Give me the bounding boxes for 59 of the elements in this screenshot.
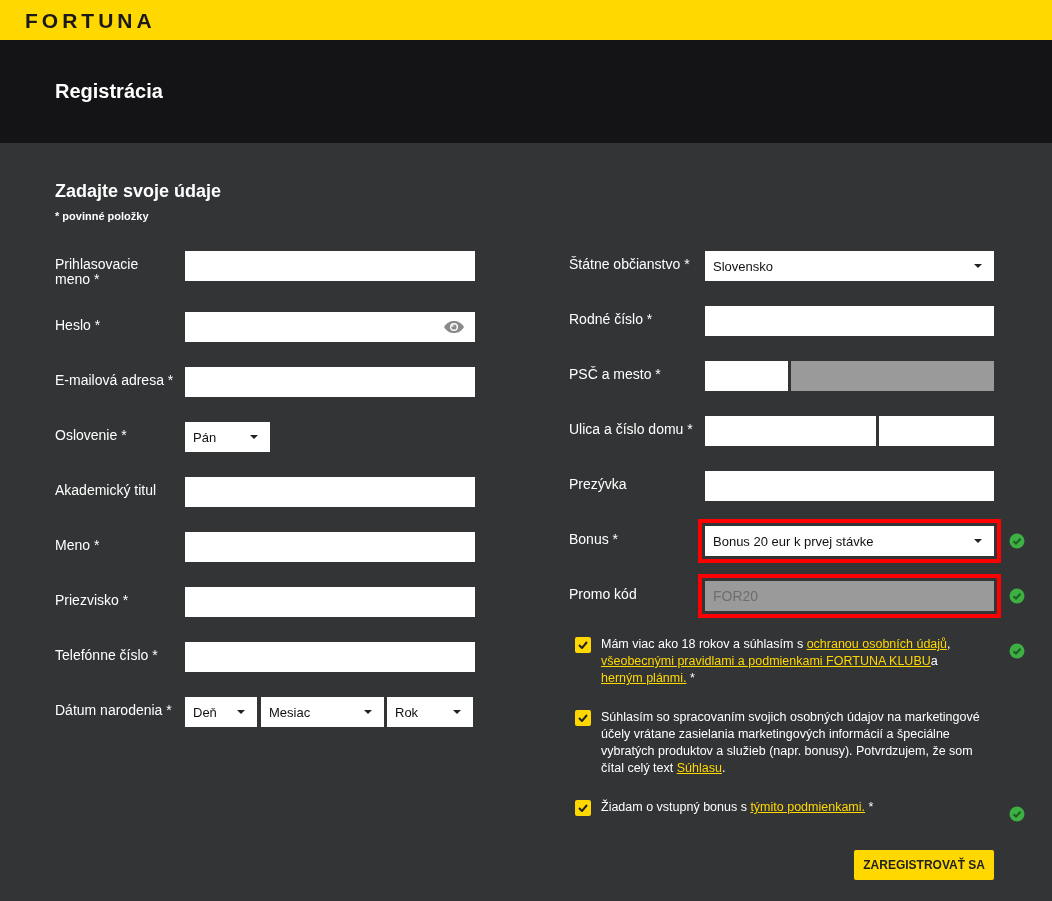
- caret-icon: [453, 710, 461, 714]
- caret-icon: [974, 539, 982, 543]
- field-label: Heslo *: [55, 316, 102, 333]
- field-label: Promo kód: [569, 585, 638, 602]
- required-note: * povinné položky: [55, 210, 150, 222]
- link[interactable]: Súhlasu: [676, 761, 722, 775]
- checkbox[interactable]: [575, 800, 591, 816]
- caret-icon: [237, 710, 245, 714]
- eye-icon: [443, 320, 465, 334]
- register-button[interactable]: ZAREGISTROVAŤ SA: [854, 850, 994, 880]
- input-field[interactable]: [185, 251, 475, 281]
- field-label: Akademický titul: [55, 481, 158, 498]
- brand-logo[interactable]: FORTUNA: [25, 9, 156, 31]
- link[interactable]: týmito podmienkami.: [750, 800, 865, 814]
- input-field[interactable]: [185, 532, 475, 562]
- field-label: Ulica a číslo domu *: [569, 420, 694, 437]
- input-field[interactable]: [705, 416, 876, 446]
- dropdown[interactable]: Deň: [185, 697, 257, 727]
- page-title: Registrácia: [55, 80, 163, 103]
- dropdown[interactable]: Slovensko: [705, 251, 994, 281]
- caret-icon: [974, 264, 982, 268]
- check-icon: [578, 714, 588, 722]
- consent-text: Mám viac ako 18 rokov a súhlasím s ochranou osobních údajů, všeobecnými pravidlami a podmienkami FORTUNA KLUBUa herným plánmi. *: [601, 636, 952, 687]
- password-field[interactable]: [185, 312, 475, 342]
- link[interactable]: všeobecnými pravidlami a podmienkami FORTUNA KLUBU: [601, 654, 931, 668]
- field-label: Bonus *: [569, 530, 620, 547]
- dropdown[interactable]: Pán: [185, 422, 270, 452]
- input-field[interactable]: [185, 587, 475, 617]
- field-label: E-mailová adresa *: [55, 371, 175, 388]
- input-field[interactable]: [705, 306, 994, 336]
- field-label: Oslovenie *: [55, 426, 128, 443]
- field-label: Meno *: [55, 536, 101, 553]
- field-label: Štátne občianstvo *: [569, 255, 691, 272]
- input-field[interactable]: [185, 477, 475, 507]
- input-field[interactable]: [185, 367, 475, 397]
- input-field[interactable]: [185, 642, 475, 672]
- field-label: PSČ a mesto *: [569, 365, 662, 382]
- input-field[interactable]: [705, 361, 788, 391]
- field-label: Telefónne číslo *: [55, 646, 159, 663]
- field-label: Prihlasovacie meno *: [55, 255, 140, 287]
- caret-icon: [250, 435, 258, 439]
- input-field[interactable]: [705, 471, 994, 501]
- check-icon: [578, 804, 588, 812]
- checkbox[interactable]: [575, 637, 591, 653]
- check-icon: [578, 641, 588, 649]
- field-label: Prezývka: [569, 475, 628, 492]
- field-label: Priezvisko *: [55, 591, 130, 608]
- checkbox[interactable]: [575, 710, 591, 726]
- form-title: Zadajte svoje údaje: [55, 181, 223, 202]
- input-field[interactable]: [879, 416, 994, 446]
- consent-text: Žiadam o vstupný bonus s týmito podmienkami. *: [601, 799, 875, 816]
- caret-icon: [364, 710, 372, 714]
- link[interactable]: ochranou osobních údajů: [806, 637, 948, 651]
- dropdown[interactable]: Mesiac: [261, 697, 384, 727]
- dropdown[interactable]: Rok: [387, 697, 473, 727]
- consent-text: Súhlasím so spracovaním svojich osobných údajov na marketingové účely vrátane zasielania marketingových informácií a špeciálne vybratých produktov a služieb (napr. bonusy). Potvrdzujem, že som čítal celý text Súhlasu.: [601, 709, 981, 777]
- link[interactable]: herným plánmi.: [601, 671, 687, 685]
- field-label: Dátum narodenia *: [55, 701, 173, 718]
- field-label: Rodné číslo *: [569, 310, 654, 327]
